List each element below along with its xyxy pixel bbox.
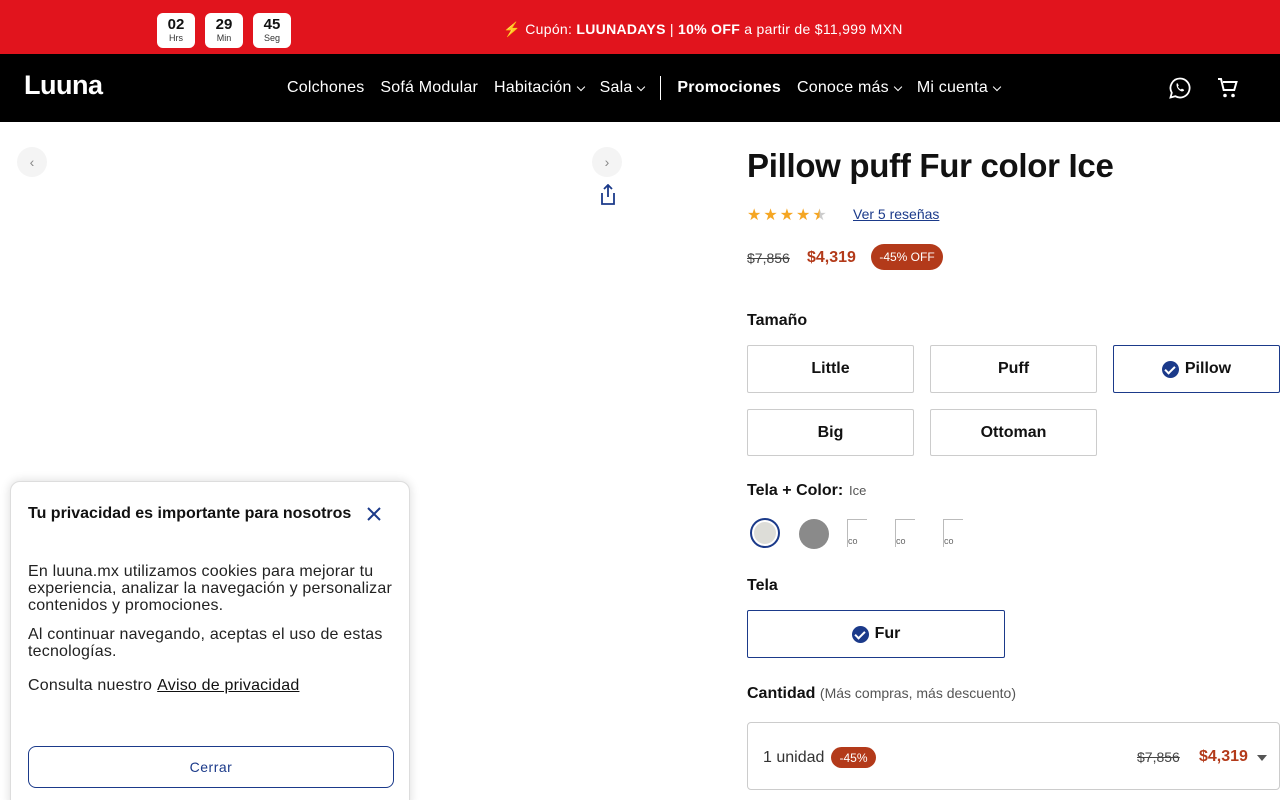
star-icon: ★: [779, 207, 795, 224]
coupon-separator: |: [665, 21, 679, 37]
product-title: Pillow puff Fur color Ice: [747, 147, 1114, 184]
swatch-ice[interactable]: [750, 518, 780, 548]
cart-icon[interactable]: [1216, 76, 1240, 100]
swatch-gray[interactable]: [799, 519, 829, 549]
logo-text: Luuna: [24, 70, 103, 100]
check-icon: [851, 625, 869, 643]
quantity-original-price: $7,856: [1137, 749, 1180, 765]
quantity-select[interactable]: 1 unidad -45% $7,856 $4,319: [747, 722, 1280, 790]
size-option-puff[interactable]: Puff: [930, 345, 1097, 393]
caret-down-icon: [1257, 755, 1267, 761]
fabric-option-fur[interactable]: Fur: [747, 610, 1005, 658]
swatch-alt-text: co: [944, 536, 954, 546]
quantity-sublabel: (Más compras, más descuento): [819, 685, 1016, 701]
nav-item-colchones[interactable]: Colchones: [287, 79, 364, 97]
quantity-label: Cantidad (Más compras, más descuento): [747, 685, 1016, 703]
star-icon: ★: [747, 207, 762, 224]
half-star-icon: ★: [812, 207, 827, 224]
cookie-title: Tu privacidad es importante para nosotro…: [28, 505, 352, 522]
check-icon: [1161, 360, 1179, 378]
nav-item-mi-cuenta[interactable]: Mi cuenta: [916, 79, 1002, 97]
nav-item-label: Colchones: [287, 79, 365, 96]
nav-item-label: Mi cuenta: [916, 79, 988, 96]
nav-divider: [660, 76, 662, 100]
selected-color-value: Ice: [849, 483, 867, 498]
cookie-close-button[interactable]: Cerrar: [28, 746, 394, 788]
star-icon: ★: [763, 207, 778, 224]
close-button[interactable]: [364, 504, 384, 524]
nav-item-promociones[interactable]: Promociones: [677, 79, 781, 97]
cookie-dialog: Tu privacidad es importante para nosotro…: [10, 481, 410, 800]
luuna-logo[interactable]: Luuna: [24, 70, 103, 101]
size-option-big[interactable]: Big: [747, 409, 914, 456]
quantity-price: $4,319: [1199, 748, 1248, 765]
nav-menu: Colchones Sofá Modular Habitación Sala P…: [287, 76, 1016, 100]
share-icon: [601, 183, 615, 205]
nav-item-label: Promociones: [677, 79, 781, 96]
swatch-alt-text: co: [896, 536, 906, 546]
swatch-alt-text: co: [848, 536, 858, 546]
coupon-suffix: a partir de $11,999 MXN: [740, 21, 903, 37]
main-nav: Luuna Colchones Sofá Modular Habitación …: [0, 54, 1280, 122]
close-icon: [367, 507, 381, 521]
cookie-text-2: Al continuar navegando, aceptas el uso d…: [28, 626, 383, 660]
quantity-unit: 1 unidad: [763, 749, 825, 766]
chevron-down-icon: [576, 82, 585, 91]
size-option-little[interactable]: Little: [747, 345, 914, 393]
size-option-ottoman[interactable]: Ottoman: [930, 409, 1097, 456]
swatch-image[interactable]: co: [847, 519, 867, 547]
nav-item-habitacion[interactable]: Habitación: [493, 79, 585, 97]
reviews-link[interactable]: Ver 5 reseñas: [853, 206, 939, 222]
color-label: Tela + Color:: [747, 482, 844, 499]
nav-item-label: Sala: [599, 79, 633, 96]
fabric-option-label: Fur: [874, 625, 901, 642]
cookie-text-1: En luuna.mx utilizamos cookies para mejo…: [28, 563, 392, 614]
swatch-image[interactable]: co: [895, 519, 915, 547]
size-option-label: Pillow: [1184, 360, 1232, 377]
discount-badge: -45% OFF: [871, 244, 943, 270]
swatch-image[interactable]: co: [943, 519, 963, 547]
nav-item-label: Sofá Modular: [380, 79, 478, 96]
whatsapp-icon[interactable]: [1168, 76, 1192, 100]
nav-item-sala[interactable]: Sala: [599, 79, 646, 97]
chevron-down-icon: [637, 82, 646, 91]
promo-bar: 02 Hrs 29 Min 45 Seg ⚡ Cupón: LUUNADAYS …: [0, 0, 1280, 54]
cookie-text-3: Consulta nuestro Aviso de privacidad: [28, 677, 398, 694]
size-option-label: Puff: [997, 360, 1030, 377]
nav-item-conoce-mas[interactable]: Conoce más: [796, 79, 903, 97]
chevron-right-icon: ›: [604, 154, 610, 170]
coupon-banner-text[interactable]: ⚡ Cupón: LUUNADAYS | 10% OFF a partir de…: [0, 21, 1280, 38]
fabric-label: Tela: [747, 577, 778, 594]
chevron-down-icon: [992, 82, 1002, 91]
quantity-discount-badge: -45%: [831, 747, 876, 768]
cookie-text-3-label: Consulta nuestro: [28, 677, 153, 694]
size-option-label: Little: [811, 360, 850, 377]
star-icon: ★: [796, 207, 811, 224]
rating-stars: ★ ★ ★ ★ ★: [747, 205, 827, 225]
nav-icons: [1168, 76, 1240, 100]
share-button[interactable]: [598, 183, 618, 206]
coupon-discount: 10% OFF: [678, 21, 741, 37]
coupon-code: LUUNADAYS: [576, 21, 666, 37]
chevron-down-icon: [893, 82, 903, 91]
privacy-link[interactable]: Aviso de privacidad: [157, 677, 299, 694]
size-label: Tamaño: [747, 312, 808, 329]
size-option-label: Big: [817, 423, 844, 441]
sale-price: $4,319: [807, 249, 856, 266]
original-price: $7,856: [747, 250, 790, 266]
nav-item-label: Habitación: [493, 79, 572, 96]
quantity-title: Cantidad: [747, 685, 816, 702]
gallery-prev-button[interactable]: ‹: [17, 147, 47, 177]
coupon-prefix: ⚡ Cupón:: [503, 21, 577, 37]
size-option-label: Ottoman: [980, 423, 1047, 441]
nav-item-label: Conoce más: [796, 79, 889, 96]
size-option-pillow[interactable]: Pillow: [1113, 345, 1280, 393]
gallery-next-button[interactable]: ›: [592, 147, 622, 177]
chevron-left-icon: ‹: [29, 154, 35, 170]
nav-item-sofa-modular[interactable]: Sofá Modular: [380, 79, 478, 97]
